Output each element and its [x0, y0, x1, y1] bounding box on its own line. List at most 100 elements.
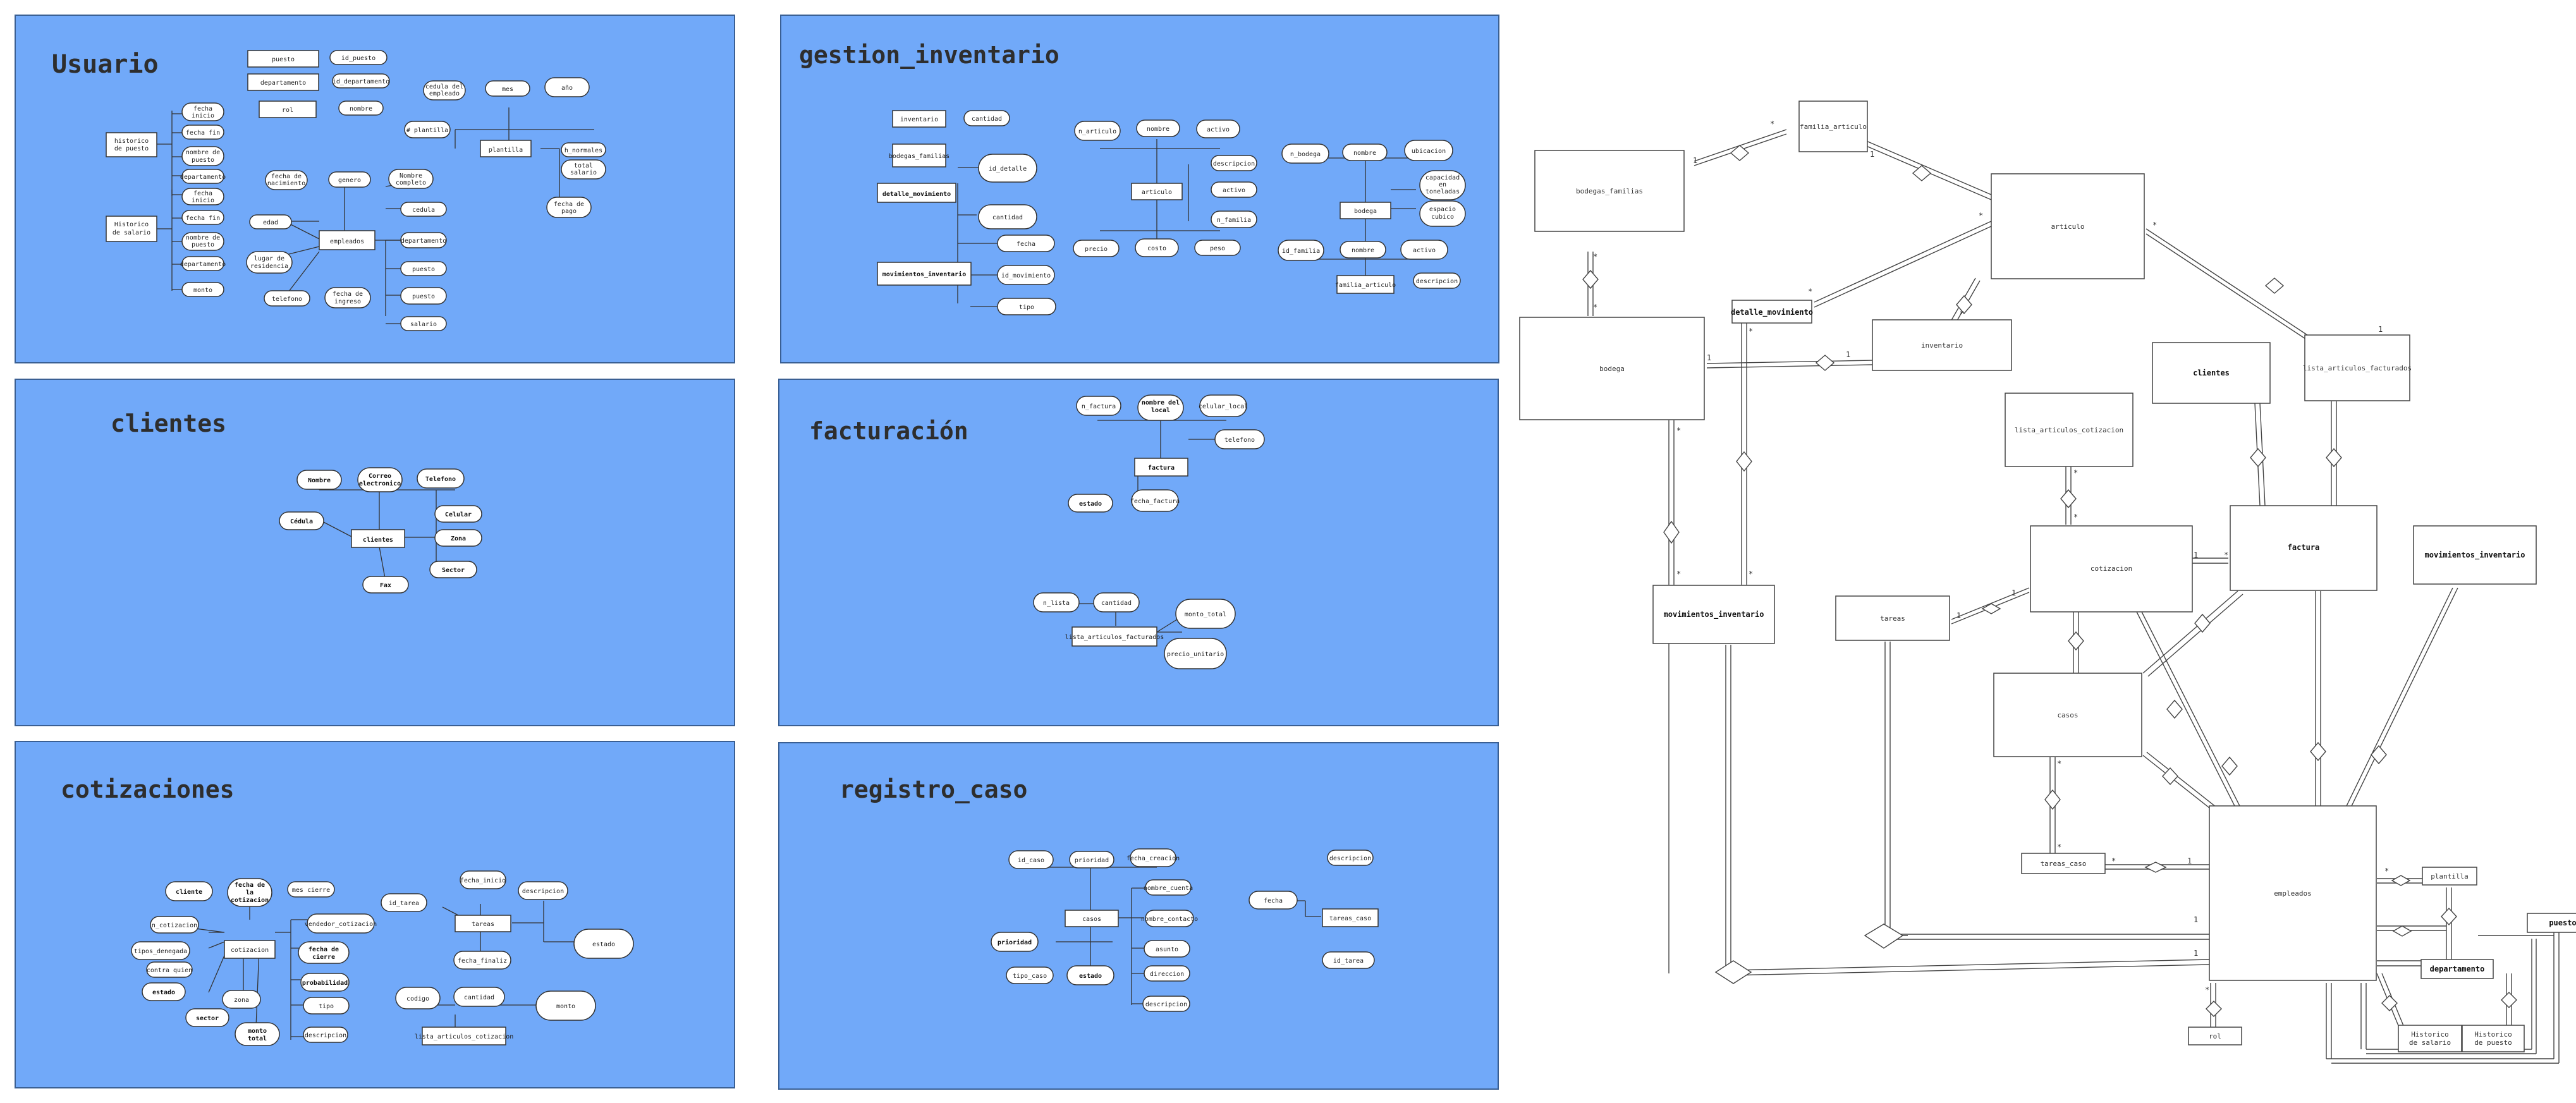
svg-text:descripcion: descripcion — [1213, 161, 1255, 168]
svg-text:cedula: cedula — [412, 207, 435, 214]
svg-text:Historico: Historico — [2411, 1030, 2449, 1039]
svg-text:total: total — [574, 162, 593, 169]
panel-title-clientes: clientes — [111, 410, 226, 437]
svg-text:activo: activo — [1223, 187, 1245, 194]
svg-text:id_tarea: id_tarea — [1333, 958, 1364, 965]
svg-text:activo: activo — [1413, 247, 1436, 254]
svg-text:bodegas_familias: bodegas_familias — [1576, 187, 1643, 195]
svg-text:1: 1 — [2187, 856, 2192, 865]
svg-text:ingreso: ingreso — [334, 298, 361, 305]
svg-text:de salario: de salario — [113, 229, 150, 236]
svg-text:cliente: cliente — [176, 888, 202, 896]
svg-text:cotizacion: cotizacion — [231, 896, 269, 904]
svg-text:*: * — [1593, 252, 1597, 261]
svg-text:tareas: tareas — [1880, 614, 1905, 623]
svg-text:residencia: residencia — [250, 263, 288, 270]
svg-text:codigo: codigo — [406, 996, 429, 1002]
svg-text:monto: monto — [556, 1003, 575, 1010]
svg-text:capacidad: capacidad — [1425, 174, 1460, 181]
svg-text:id_movimiento: id_movimiento — [1001, 272, 1051, 279]
svg-text:cantidad: cantidad — [972, 116, 1002, 123]
svg-text:Telefono: Telefono — [425, 476, 456, 483]
label-cotizacion: cotizacion — [231, 947, 269, 954]
svg-text:peso: peso — [1210, 245, 1225, 252]
svg-text:n_articulo: n_articulo — [1078, 128, 1116, 135]
svg-text:vendedor_cotizacion: vendedor_cotizacion — [305, 921, 377, 928]
svg-text:familia_articulo: familia_articulo — [1800, 123, 1867, 131]
svg-text:*: * — [2073, 468, 2078, 477]
label-historico-salario: Historico — [114, 221, 149, 228]
svg-text:bodega: bodega — [1354, 208, 1377, 215]
svg-text:id_tarea: id_tarea — [389, 900, 419, 907]
svg-text:Fax: Fax — [380, 582, 391, 589]
svg-text:ubicacion: ubicacion — [1412, 148, 1446, 155]
label-clientes: clientes — [363, 536, 393, 544]
svg-text:nombre_contacto: nombre_contacto — [1141, 916, 1198, 923]
entity-historico-salario — [106, 216, 157, 242]
svg-text:*: * — [1749, 570, 1753, 578]
label-rol: rol — [282, 107, 293, 114]
svg-text:completo: completo — [396, 180, 426, 186]
svg-text:n_familia: n_familia — [1217, 217, 1251, 224]
svg-text:nombre: nombre — [1147, 126, 1169, 133]
svg-text:casos: casos — [2057, 711, 2078, 719]
svg-text:descripcion: descripcion — [1145, 1001, 1187, 1008]
svg-text:Celular: Celular — [445, 511, 472, 518]
svg-text:*: * — [1979, 211, 1983, 220]
svg-text:departamento: departamento — [180, 261, 226, 268]
svg-text:descripcion: descripcion — [1416, 278, 1458, 285]
label-tareas-caso: tareas_caso — [1329, 915, 1371, 922]
svg-text:nombre: nombre — [350, 106, 372, 113]
svg-text:*: * — [2384, 867, 2389, 875]
svg-text:fecha: fecha — [193, 106, 212, 113]
svg-text:sector: sector — [196, 1015, 219, 1022]
svg-text:fecha_finaliz: fecha_finaliz — [458, 958, 507, 965]
svg-text:departamento: departamento — [2430, 965, 2485, 973]
svg-text:*: * — [2152, 221, 2157, 229]
svg-text:prioridad: prioridad — [998, 939, 1032, 946]
panel-title-usuario: Usuario — [52, 50, 159, 79]
svg-text:estado: estado — [1079, 973, 1102, 980]
svg-text:tipo: tipo — [319, 1003, 334, 1010]
label-factura: factura — [1148, 465, 1175, 472]
svg-text:zona: zona — [234, 997, 249, 1004]
svg-text:mes cierre: mes cierre — [292, 887, 330, 894]
svg-text:fecha de: fecha de — [271, 173, 302, 180]
svg-text:monto: monto — [248, 1028, 267, 1035]
svg-text:toneladas: toneladas — [1425, 188, 1460, 195]
svg-text:fecha de: fecha de — [235, 882, 265, 889]
label-casos: casos — [1082, 916, 1101, 923]
svg-text:fecha_inicio: fecha_inicio — [460, 877, 506, 884]
svg-text:articulo: articulo — [1142, 189, 1172, 196]
svg-text:1: 1 — [2011, 588, 2016, 597]
svg-text:*: * — [1676, 570, 1681, 578]
svg-text:inicio: inicio — [192, 197, 214, 204]
svg-text:prioridad: prioridad — [1075, 857, 1109, 864]
svg-text:departamento: departamento — [401, 238, 446, 245]
svg-text:descripcion: descripcion — [305, 1032, 346, 1039]
svg-text:total: total — [248, 1035, 267, 1042]
svg-text:*: * — [2224, 551, 2228, 559]
label-empleados: empleados — [330, 238, 364, 245]
svg-text:de salario: de salario — [2409, 1039, 2451, 1047]
svg-text:plantilla: plantilla — [2431, 872, 2469, 881]
label-plantilla: plantilla — [489, 147, 523, 154]
svg-text:nacimiento: nacimiento — [267, 180, 305, 187]
svg-text:telefono: telefono — [272, 296, 302, 303]
svg-text:telefono: telefono — [1224, 437, 1255, 444]
svg-text:fecha de: fecha de — [333, 291, 363, 298]
svg-text:1: 1 — [2194, 915, 2198, 924]
svg-text:Correo: Correo — [369, 473, 391, 480]
panel-title-cotizaciones: cotizaciones — [61, 776, 235, 803]
svg-text:movimientos_inventario: movimientos_inventario — [882, 271, 966, 278]
label-lista-articulos-facturados: lista_articulos_facturados — [1065, 634, 1164, 641]
svg-text:articulo: articulo — [2051, 222, 2085, 231]
svg-text:fecha: fecha — [1264, 898, 1283, 905]
svg-text:1: 1 — [2194, 551, 2198, 559]
svg-text:*: * — [1749, 327, 1753, 336]
svg-text:1: 1 — [2378, 325, 2383, 334]
svg-text:mes: mes — [502, 86, 513, 93]
svg-text:id_departamento: id_departamento — [333, 78, 389, 85]
svg-text:empleado: empleado — [429, 90, 460, 97]
svg-text:salario: salario — [410, 321, 437, 328]
